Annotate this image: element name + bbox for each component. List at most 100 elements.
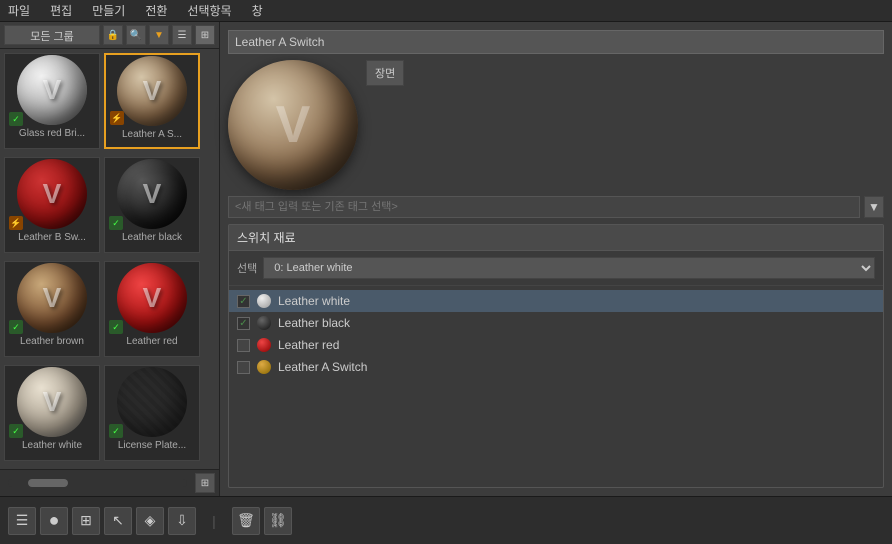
- sphere-leather-a: V: [117, 56, 187, 126]
- mat-item-leather-brown[interactable]: V ✓ Leather brown: [4, 261, 100, 357]
- chain-icon-btn[interactable]: ⛓: [264, 507, 292, 535]
- green-check-icon-license: ✓: [109, 424, 123, 438]
- badge-check-black: ✓: [109, 216, 123, 230]
- green-check-icon-brown: ✓: [9, 320, 23, 334]
- menu-window[interactable]: 창: [248, 0, 267, 21]
- divider-btn: |: [200, 507, 228, 535]
- switch-list-item-black[interactable]: Leather black: [229, 312, 883, 334]
- sphere-leather-brown: V: [17, 263, 87, 333]
- view-toggle-btn[interactable]: ⊞: [195, 473, 215, 493]
- mat-label-leather-b: Leather B Sw...: [5, 230, 99, 245]
- mat-item-leather-a[interactable]: V ⚡ Leather A S...: [104, 53, 200, 149]
- v-logo-brown: V: [43, 282, 62, 314]
- sphere-leather-b: V: [17, 159, 87, 229]
- mini-sphere-switch: [257, 360, 271, 374]
- mat-item-glass-red[interactable]: V ✓ Glass red Bri...: [4, 53, 100, 149]
- tag-dropdown-btn[interactable]: ▼: [864, 196, 884, 218]
- mat-label-glass-red: Glass red Bri...: [5, 126, 99, 141]
- material-name-input[interactable]: [228, 30, 884, 54]
- mat-label-leather-white: Leather white: [5, 438, 99, 453]
- sphere-leather-red: V: [117, 263, 187, 333]
- switch-panel-header: 스위치 재료: [229, 225, 883, 251]
- checkbox-switch[interactable]: [237, 361, 250, 374]
- mat-item-license[interactable]: ✓ License Plate...: [104, 365, 200, 461]
- orange-badge-a: ⚡: [110, 111, 124, 125]
- paint-icon-btn[interactable]: ◈: [136, 507, 164, 535]
- switch-mat-name-black: Leather black: [278, 316, 350, 330]
- left-toolbar: 모든 그룹 🔒 🔍 ▼ ☰ ⊞: [0, 22, 219, 49]
- green-check-icon: ✓: [9, 112, 23, 126]
- menu-edit[interactable]: 편집: [46, 0, 76, 21]
- mat-label-leather-red: Leather red: [105, 334, 199, 349]
- checkbox-red[interactable]: [237, 339, 250, 352]
- v-logo-black: V: [143, 178, 162, 210]
- switch-list-item-switch[interactable]: Leather A Switch: [229, 356, 883, 378]
- mat-icon-switch: [256, 359, 272, 375]
- mat-label-leather-black: Leather black: [105, 230, 199, 245]
- green-check-icon-red: ✓: [109, 320, 123, 334]
- tags-row: ▼: [228, 196, 884, 218]
- menu-bar: 파일 편집 만들기 전환 선택항목 창: [0, 0, 892, 22]
- material-grid: V ✓ Glass red Bri... V: [0, 49, 219, 469]
- sphere-glass-red: V: [17, 55, 87, 125]
- v-logo-a: V: [143, 75, 162, 107]
- download-icon-btn[interactable]: ⇩: [168, 507, 196, 535]
- sphere-leather-white2: V: [17, 367, 87, 437]
- filter-icon-btn[interactable]: ▼: [149, 25, 169, 45]
- checkbox-black[interactable]: [237, 317, 250, 330]
- cursor-icon-btn[interactable]: ↖: [104, 507, 132, 535]
- list-view-btn[interactable]: ☰: [172, 25, 192, 45]
- badge-check-brown: ✓: [9, 320, 23, 334]
- switch-select-row: 선택 0: Leather white: [229, 251, 883, 286]
- switch-list-item-white[interactable]: Leather white: [229, 290, 883, 312]
- menu-create[interactable]: 만들기: [88, 0, 129, 21]
- sphere-license: [117, 367, 187, 437]
- search-icon-btn[interactable]: 🔍: [126, 25, 146, 45]
- group-dropdown[interactable]: 모든 그룹: [4, 25, 100, 45]
- menu-file[interactable]: 파일: [4, 0, 34, 21]
- grid-icon-btn[interactable]: ⊞: [72, 507, 100, 535]
- mat-icon-white: [256, 293, 272, 309]
- sphere-leather-black: V: [117, 159, 187, 229]
- mat-item-leather-white[interactable]: V ✓ Leather white: [4, 365, 100, 461]
- menu-convert[interactable]: 전환: [141, 0, 171, 21]
- left-panel: 모든 그룹 🔒 🔍 ▼ ☰ ⊞ V ✓: [0, 22, 220, 496]
- badge-orange-a: ⚡: [110, 111, 124, 125]
- scene-button[interactable]: 장면: [366, 60, 404, 86]
- mat-item-leather-b[interactable]: V ⚡ Leather B Sw...: [4, 157, 100, 253]
- v-logo-white2: V: [43, 386, 62, 418]
- switch-select[interactable]: 0: Leather white: [263, 257, 875, 279]
- horizontal-scrollbar[interactable]: [8, 479, 187, 487]
- badge-orange-b: ⚡: [9, 216, 23, 230]
- grid-view-btn[interactable]: ⊞: [195, 25, 215, 45]
- orange-badge-b: ⚡: [9, 216, 23, 230]
- mat-item-leather-red[interactable]: V ✓ Leather red: [104, 261, 200, 357]
- bottom-toolbar: ☰ ● ⊞ ↖ ◈ ⇩ | 🗑 ⛓: [0, 496, 892, 544]
- mat-label-leather-brown: Leather brown: [5, 334, 99, 349]
- mini-sphere-white: [257, 294, 271, 308]
- green-check-icon-white: ✓: [9, 424, 23, 438]
- lock-icon-btn[interactable]: 🔒: [103, 25, 123, 45]
- delete-icon-btn[interactable]: 🗑: [232, 507, 260, 535]
- switch-panel: 스위치 재료 선택 0: Leather white Leather white: [228, 224, 884, 488]
- badge-check: ✓: [9, 112, 23, 126]
- scroll-thumb: [28, 479, 68, 487]
- menu-icon-btn[interactable]: ☰: [8, 507, 36, 535]
- switch-list-item-red[interactable]: Leather red: [229, 334, 883, 356]
- preview-area: V 장면: [228, 60, 884, 190]
- checkbox-white[interactable]: [237, 295, 250, 308]
- mat-label-license: License Plate...: [105, 438, 199, 453]
- preview-v-logo: V: [276, 95, 311, 155]
- mat-icon-black: [256, 315, 272, 331]
- menu-selection[interactable]: 선택항목: [183, 0, 235, 21]
- mat-icon-red: [256, 337, 272, 353]
- tag-input[interactable]: [228, 196, 860, 218]
- switch-list: Leather white Leather black Leat: [229, 286, 883, 382]
- dot-icon-btn[interactable]: ●: [40, 507, 68, 535]
- scene-buttons: 장면: [366, 60, 404, 190]
- badge-check-license: ✓: [109, 424, 123, 438]
- badge-check-white: ✓: [9, 424, 23, 438]
- v-logo-b: V: [43, 178, 62, 210]
- v-logo-red: V: [143, 282, 162, 314]
- mat-item-leather-black[interactable]: V ✓ Leather black: [104, 157, 200, 253]
